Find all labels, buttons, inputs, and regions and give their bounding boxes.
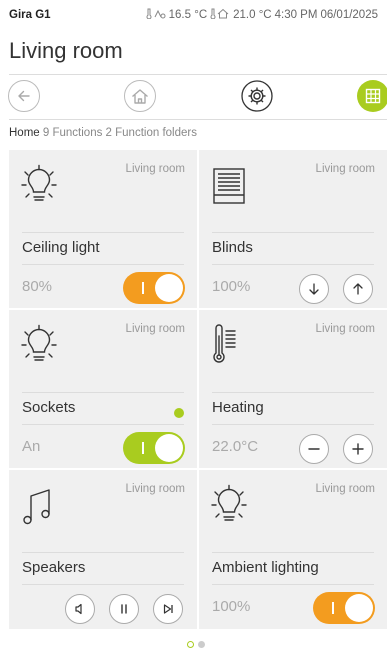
tile-separator [197,150,199,629]
status-info: 16.5 °C 21.0 °C 4:30 PM 06/01/2025 [146,8,378,22]
ambient-lighting-toggle[interactable] [313,592,375,624]
toggle-on-indicator [142,442,144,454]
toggle-knob [155,434,183,462]
divider [9,119,387,120]
skip-next-icon [163,604,173,614]
settings-button[interactable] [241,80,273,112]
page-dot-active[interactable] [187,641,194,648]
tile-sockets[interactable]: Living room Sockets An [9,310,197,468]
divider [212,424,374,425]
tile-name: Ceiling light [22,239,100,256]
tile-name: Sockets [22,399,76,416]
lightbulb-icon [211,484,247,528]
blinds-icon [211,164,247,208]
ceiling-light-toggle[interactable] [123,272,185,304]
arrow-up-icon [353,283,363,295]
thermometer-icon [211,324,247,368]
tile-value: 80% [22,278,53,295]
divider [212,584,374,585]
outdoor-temperature-icon [146,8,166,22]
divider [9,74,387,75]
grid-icon [365,88,381,104]
clock-date: 06/01/2025 [320,9,378,21]
lightbulb-icon [21,164,57,208]
tile-value: 100% [212,278,251,295]
toggle-on-indicator [332,602,334,614]
divider [22,232,184,233]
lightbulb-icon [21,324,57,368]
arrow-down-icon [309,283,319,295]
tile-room: Living room [315,163,375,175]
clock-time: 4:30 PM [274,9,318,21]
divider [22,424,184,425]
tile-name: Ambient lighting [212,559,319,576]
tile-separator [9,468,387,470]
tile-name: Blinds [212,239,253,256]
status-indicator-dot [174,408,184,418]
device-name: Gira G1 [9,9,51,21]
page-indicator [0,641,387,649]
heating-decrease-button[interactable] [299,434,329,464]
page-dot[interactable] [198,641,205,648]
next-track-button[interactable] [153,594,183,624]
speaker-icon [75,603,82,615]
divider [212,264,374,265]
pause-button[interactable] [109,594,139,624]
tile-room: Living room [315,323,375,335]
pause-icon [121,604,127,614]
divider [212,552,374,553]
nav-bar [0,80,387,114]
tile-blinds[interactable]: Living room Blinds 100% [199,150,387,308]
function-grid: Living room Ceiling light 80% Living roo… [9,150,387,629]
tile-view-button[interactable] [357,80,387,112]
divider [212,392,374,393]
tile-room: Living room [315,483,375,495]
heating-increase-button[interactable] [343,434,373,464]
indoor-temperature: 21.0 °C [233,9,272,21]
tile-heating[interactable]: Living room Heating 22.0°C [199,310,387,468]
sockets-toggle[interactable] [123,432,185,464]
volume-button[interactable] [65,594,95,624]
toggle-on-indicator [142,282,144,294]
toggle-knob [345,594,373,622]
tile-value: 100% [212,598,251,615]
tile-name: Heating [212,399,264,416]
tile-room: Living room [125,483,185,495]
gear-icon [241,80,273,112]
breadcrumb-folders: 2 Function folders [105,127,197,139]
breadcrumb-functions: 9 Functions [42,127,103,139]
indoor-temperature-icon [210,8,230,22]
tile-ceiling-light[interactable]: Living room Ceiling light 80% [9,150,197,308]
divider [22,264,184,265]
divider [22,584,184,585]
blinds-down-button[interactable] [299,274,329,304]
divider [22,552,184,553]
divider [22,392,184,393]
tile-value: 22.0°C [212,438,259,455]
tile-ambient-lighting[interactable]: Living room Ambient lighting 100% [199,470,387,628]
tile-value: An [22,438,41,455]
toggle-knob [155,274,183,302]
tile-speakers[interactable]: Living room Speakers [9,470,197,628]
blinds-up-button[interactable] [343,274,373,304]
breadcrumb: Home 9 Functions 2 Function folders [9,127,197,139]
arrow-left-icon [18,90,30,102]
outdoor-temperature: 16.5 °C [168,9,208,21]
status-bar: Gira G1 16.5 °C 21.0 °C 4:30 PM 06/01/20… [0,0,387,30]
breadcrumb-home[interactable]: Home [9,127,40,139]
tile-room: Living room [125,163,185,175]
home-icon [132,88,148,104]
divider [212,232,374,233]
minus-icon [308,448,320,450]
music-note-icon [21,484,57,528]
page-title: Living room [9,38,123,63]
back-button[interactable] [8,80,40,112]
tile-separator [9,308,387,310]
tile-room: Living room [125,323,185,335]
tile-name: Speakers [22,559,86,576]
home-button[interactable] [124,80,156,112]
plus-icon [352,443,364,455]
